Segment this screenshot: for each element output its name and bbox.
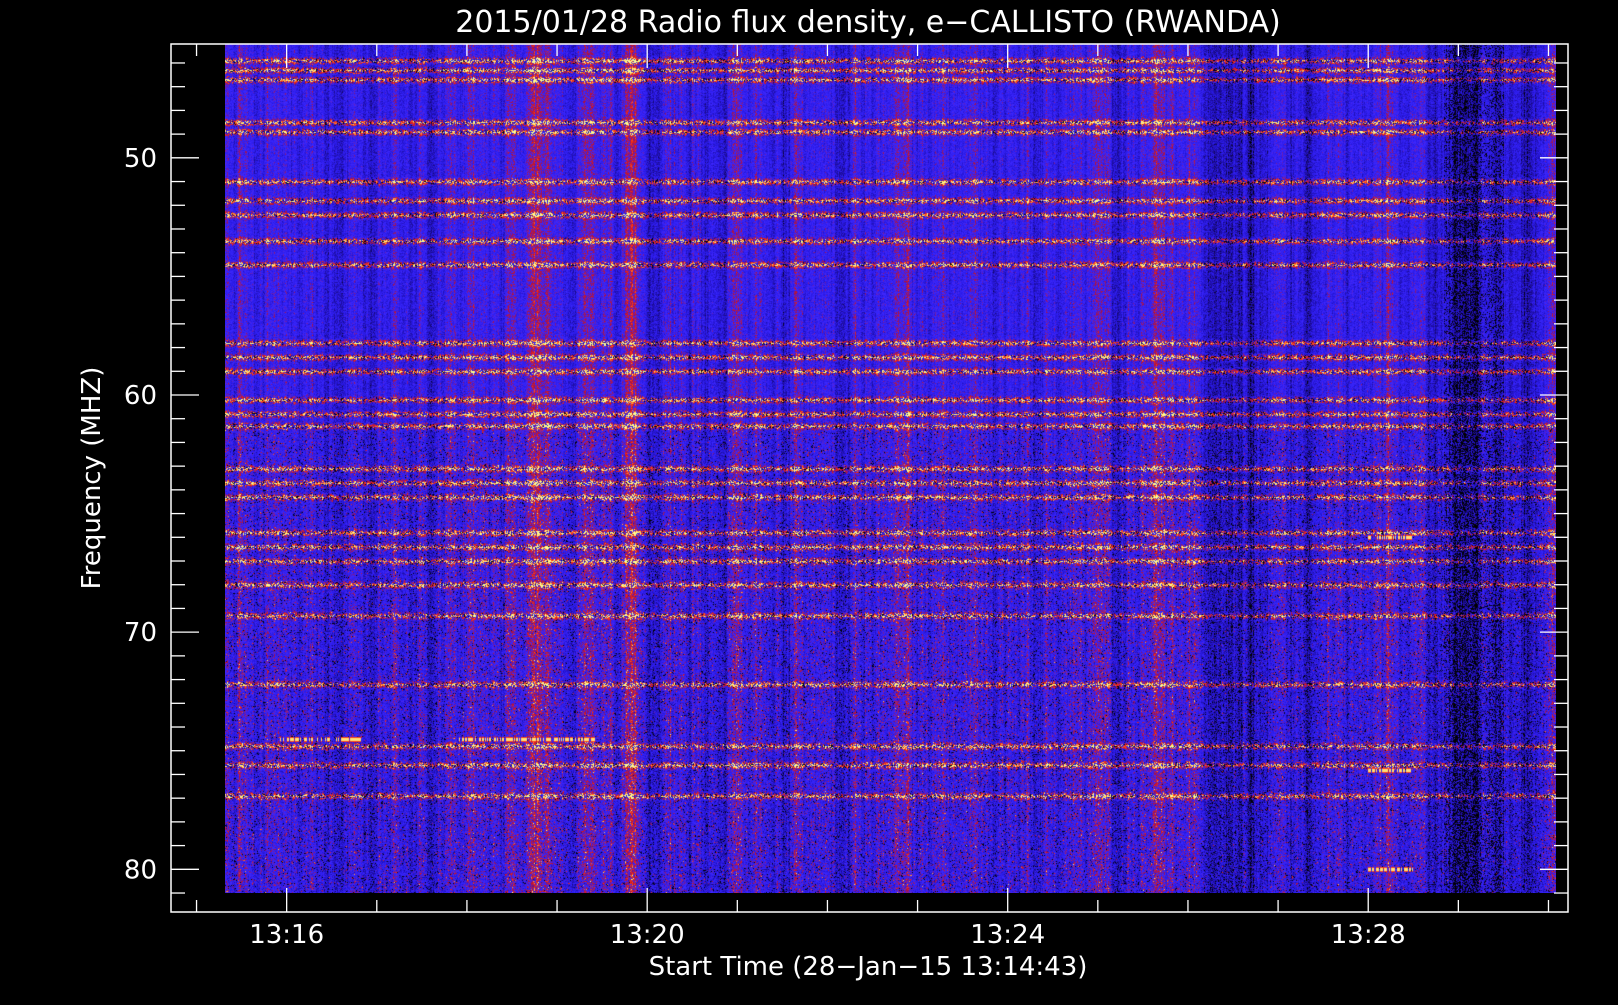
spectrogram-figure: 2015/01/28 Radio flux density, e−CALLIST… xyxy=(0,0,1618,1000)
x-tick-label: 13:16 xyxy=(249,920,324,950)
x-tick-label: 13:28 xyxy=(1331,920,1406,950)
y-tick-label: 70 xyxy=(124,618,157,648)
spectrogram-svg: 2015/01/28 Radio flux density, e−CALLIST… xyxy=(0,0,1618,1000)
y-tick-label: 80 xyxy=(124,855,157,885)
y-axis-label: Frequency (MHZ) xyxy=(77,367,107,590)
x-tick-label: 13:20 xyxy=(610,920,685,950)
chart-title: 2015/01/28 Radio flux density, e−CALLIST… xyxy=(455,5,1281,40)
spectrogram-heatmap xyxy=(225,44,1556,893)
y-tick-label: 50 xyxy=(124,144,157,174)
x-axis-label: Start Time (28−Jan−15 13:14:43) xyxy=(649,952,1088,982)
y-tick-label: 60 xyxy=(124,381,157,411)
x-tick-label: 13:24 xyxy=(970,920,1045,950)
